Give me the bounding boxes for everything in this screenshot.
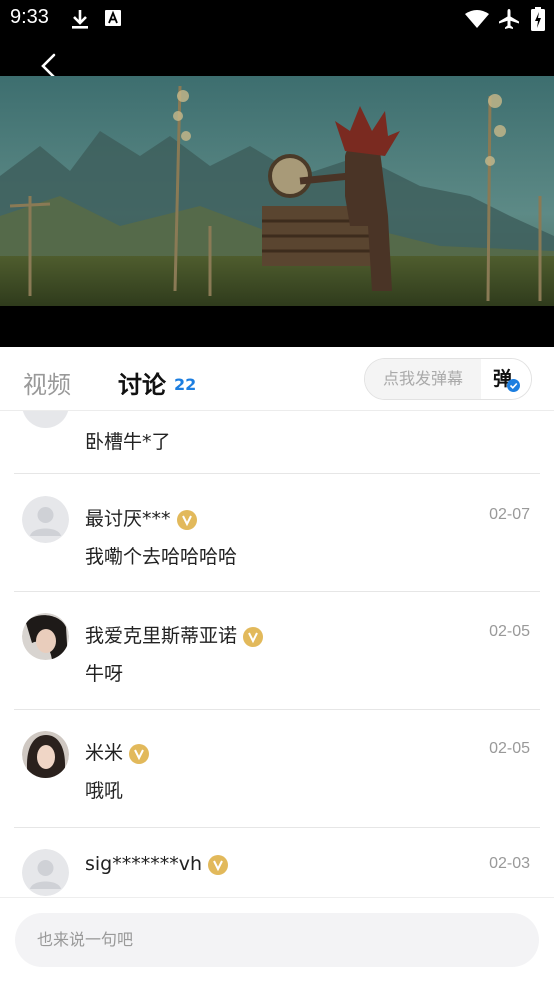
danmaku-bar: 点我发弹幕 弹 (364, 358, 532, 400)
verified-badge-icon (176, 509, 197, 530)
comment-text: 我嘞个去哈哈哈哈 (85, 546, 238, 568)
verified-badge-icon (129, 743, 150, 764)
comment-input[interactable]: 也来说一句吧 (15, 913, 539, 967)
comment-date: 02-03 (489, 855, 530, 872)
comment-row: 米米 02-05 哦吼 (14, 710, 540, 828)
comment-row: 卧槽牛*了 (14, 411, 540, 474)
comment-username[interactable]: sig*******vh (85, 853, 229, 875)
comment-text: 哦吼 (85, 780, 124, 802)
download-icon (72, 10, 88, 29)
tab-discuss[interactable]: 讨论 (118, 365, 166, 400)
discuss-count-badge: 22 (174, 375, 197, 394)
comment-footer: 也来说一句吧 (0, 897, 554, 985)
tab-video[interactable]: 视频 (23, 365, 71, 400)
avatar[interactable] (22, 411, 69, 428)
comment-username[interactable]: 我爱克里斯蒂亚诺 (85, 621, 264, 648)
font-notification-icon (105, 10, 121, 26)
comment-text: 牛呀 (85, 663, 124, 685)
comment-date: 02-05 (489, 740, 530, 757)
wifi-icon (465, 10, 489, 28)
comment-row: 我爱克里斯蒂亚诺 02-05 牛呀 (14, 592, 540, 710)
airplane-mode-icon (499, 9, 519, 29)
comment-date: 02-07 (489, 506, 530, 523)
status-time: 9:33 (10, 6, 49, 28)
avatar[interactable] (22, 496, 69, 543)
video-player[interactable] (0, 38, 554, 347)
comment-row: 最讨厌*** 02-07 我嘞个去哈哈哈哈 (14, 474, 540, 592)
comment-row: sig*******vh 02-03 (14, 828, 540, 897)
danmaku-input[interactable]: 点我发弹幕 (365, 359, 481, 399)
comment-username[interactable]: 米米 (85, 738, 150, 765)
status-bar: 9:33 (0, 0, 554, 38)
video-frame-image (0, 76, 554, 306)
comment-username[interactable]: 最讨厌*** (85, 504, 197, 531)
avatar[interactable] (22, 731, 69, 778)
avatar[interactable] (22, 613, 69, 660)
avatar[interactable] (22, 849, 69, 896)
danmaku-toggle-button[interactable]: 弹 (481, 359, 531, 399)
comment-text: 卧槽牛*了 (85, 431, 171, 453)
comment-date: 02-05 (489, 623, 530, 640)
danmaku-on-check-icon (507, 379, 520, 392)
verified-badge-icon (243, 626, 264, 647)
verified-badge-icon (208, 854, 229, 875)
battery-charging-icon (531, 7, 545, 31)
comment-list[interactable]: 卧槽牛*了 最讨厌*** 02-07 我嘞个去哈哈哈哈 我爱克里斯蒂亚诺 02-… (0, 411, 554, 897)
